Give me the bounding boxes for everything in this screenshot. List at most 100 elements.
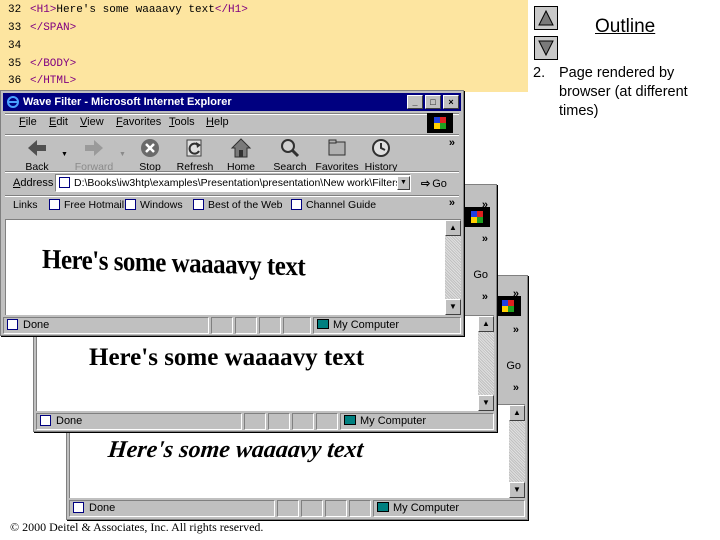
links-chevron[interactable]: »	[513, 382, 519, 394]
outline-item-text: Page rendered by browser (at different t…	[559, 65, 688, 119]
status-cell-empty	[211, 317, 233, 334]
forward-arrow-icon	[85, 140, 103, 156]
status-bar: Done My Computer	[3, 317, 461, 335]
scroll-up-arrow-icon[interactable]: ▲	[445, 220, 461, 236]
outline-title[interactable]: Outline	[595, 16, 655, 38]
links-chevron[interactable]: »	[482, 291, 488, 303]
windows-logo-icon	[495, 296, 521, 316]
computer-icon	[317, 319, 329, 329]
page-icon	[59, 177, 70, 188]
security-zone: My Computer	[340, 413, 494, 430]
menu-bar: File Edit View Favorites Tools Help	[5, 116, 459, 132]
scroll-down-arrow-icon[interactable]: ▼	[445, 299, 461, 315]
triangle-up-icon	[538, 9, 554, 26]
security-zone: My Computer	[313, 317, 461, 334]
close-button[interactable]: ×	[443, 95, 459, 109]
wavy-heading: Here's some waaaavy text	[106, 437, 365, 463]
status-cell-empty	[283, 317, 311, 334]
favorites-icon	[328, 139, 346, 156]
code-line: 35 </BODY>	[8, 58, 77, 70]
minimize-button[interactable]: _	[407, 95, 423, 109]
go-button[interactable]: ⇨ Go	[421, 177, 447, 190]
back-button[interactable]: Back	[15, 137, 59, 173]
window-title: Wave Filter - Microsoft Internet Explore…	[23, 96, 232, 108]
link-windows[interactable]: Windows	[125, 199, 183, 211]
links-chevron[interactable]: »	[449, 197, 455, 209]
back-arrow-icon	[28, 140, 46, 156]
link-icon	[49, 199, 60, 210]
page-icon	[40, 415, 51, 426]
code-line: 34	[8, 40, 22, 52]
menu-file[interactable]: File	[19, 116, 37, 128]
status-bar: Done My Computer	[69, 500, 525, 518]
home-button[interactable]: Home	[221, 137, 261, 173]
history-icon	[372, 139, 390, 157]
link-icon	[193, 199, 204, 210]
outline-item-number: 2.	[533, 65, 546, 81]
go-arrow-icon: ⇨	[421, 178, 431, 190]
link-best-of-the-web[interactable]: Best of the Web	[193, 199, 283, 211]
toolbar-chevron[interactable]: »	[482, 233, 488, 245]
link-free-hotmail[interactable]: Free Hotmail	[49, 199, 124, 211]
scroll-down-arrow-icon[interactable]: ▼	[478, 395, 494, 411]
address-input[interactable]: D:\Books\iw3htp\examples\Presentation\pr…	[55, 174, 411, 192]
code-line: 33 </SPAN>	[8, 22, 77, 34]
link-channel-guide[interactable]: Channel Guide	[291, 199, 376, 211]
scroll-up-arrow-icon[interactable]: ▲	[509, 405, 525, 421]
vertical-scrollbar[interactable]: ▲ ▼	[478, 316, 494, 411]
refresh-button[interactable]: Refresh	[173, 137, 217, 173]
status-cell-empty	[235, 317, 257, 334]
scroll-up-arrow-icon[interactable]: ▲	[478, 316, 494, 332]
computer-icon	[377, 502, 389, 512]
go-button[interactable]: Go	[473, 269, 488, 281]
next-slide-button[interactable]	[534, 36, 558, 60]
forward-button[interactable]: Forward	[71, 137, 117, 173]
menu-tools[interactable]: Tools	[169, 116, 195, 128]
favorites-button[interactable]: Favorites	[313, 137, 361, 173]
code-listing-panel: 32 <H1>Here's some waaaavy text</H1> 33 </…	[0, 0, 528, 92]
link-icon	[125, 199, 136, 210]
vertical-scrollbar[interactable]: ▲ ▼	[509, 405, 525, 498]
copyright-notice: © 2000 Deitel & Associates, Inc. All rig…	[10, 520, 264, 534]
status-cell-empty	[268, 413, 290, 430]
search-button[interactable]: Search	[269, 137, 311, 173]
outline-item: 2. Page rendered by browser (at differen…	[533, 64, 718, 121]
menu-view[interactable]: View	[80, 116, 104, 128]
code-line: 36 </HTML>	[8, 75, 77, 87]
status-cell-empty	[316, 413, 338, 430]
stop-button[interactable]: Stop	[131, 137, 169, 173]
go-button[interactable]: Go	[506, 360, 521, 372]
windows-logo-icon	[464, 207, 490, 227]
address-label: Address	[13, 177, 54, 189]
triangle-down-icon	[538, 40, 554, 57]
history-button[interactable]: History	[363, 137, 399, 173]
maximize-button[interactable]: □	[425, 95, 441, 109]
forward-dropdown-icon[interactable]: ▼	[119, 151, 126, 158]
divider	[5, 195, 459, 197]
menu-edit[interactable]: Edit	[49, 116, 68, 128]
windows-logo-icon	[427, 113, 453, 133]
wavy-heading: Here's some waaaavy text	[42, 244, 306, 283]
status-text: Done	[36, 413, 242, 430]
wavy-heading: Here's some waaaavy text	[89, 344, 365, 371]
status-cell-empty	[325, 500, 347, 517]
toolbar-chevron[interactable]: »	[513, 324, 519, 336]
home-icon	[230, 138, 252, 158]
menu-favorites[interactable]: Favorites	[116, 116, 161, 128]
status-cell-empty	[349, 500, 371, 517]
menu-help[interactable]: Help	[206, 116, 229, 128]
computer-icon	[344, 415, 356, 425]
address-dropdown-icon[interactable]: ▼	[397, 176, 410, 190]
stop-icon	[141, 139, 159, 157]
back-dropdown-icon[interactable]: ▼	[61, 151, 68, 158]
status-bar: Done My Computer	[36, 413, 494, 431]
vertical-scrollbar[interactable]: ▲ ▼	[445, 220, 461, 315]
scroll-down-arrow-icon[interactable]: ▼	[509, 482, 525, 498]
title-bar[interactable]: Wave Filter - Microsoft Internet Explore…	[3, 93, 461, 111]
toolbar-chevron[interactable]: »	[449, 137, 455, 149]
previous-slide-button[interactable]	[534, 6, 558, 30]
status-cell-empty	[244, 413, 266, 430]
ie-logo-icon	[6, 95, 20, 109]
code-line: 32 <H1>Here's some waaaavy text</H1>	[8, 4, 248, 16]
browser-window-front[interactable]: Wave Filter - Microsoft Internet Explore…	[0, 90, 464, 336]
